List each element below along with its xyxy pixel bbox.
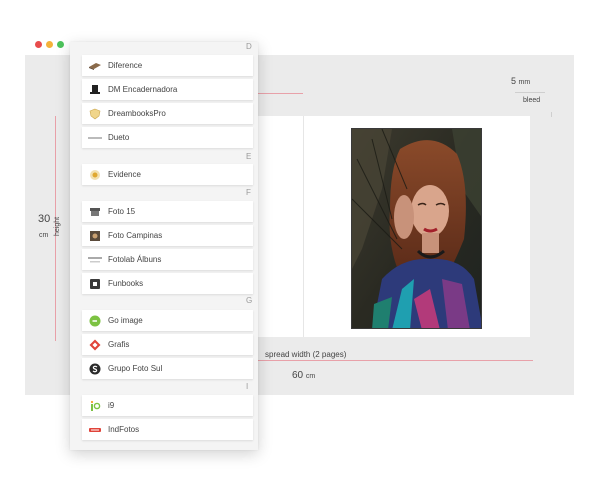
i9-logo-icon — [88, 399, 102, 413]
list-item[interactable]: Foto Campinas — [82, 225, 253, 246]
list-item[interactable]: Dueto — [82, 127, 253, 148]
width-value: 60 — [292, 370, 304, 381]
close-window-dot[interactable] — [35, 41, 42, 48]
partner-list-panel[interactable]: D Diference DM Encadernadora DreambooksPro D… — [70, 42, 258, 450]
bleed-underline — [515, 92, 545, 93]
bleed-value: 5 — [511, 76, 517, 86]
section-letter-g: G — [246, 296, 253, 305]
width-measure: 60 cm — [292, 370, 315, 381]
list-item-label: Funbooks — [108, 279, 144, 288]
height-value: 30 — [38, 213, 51, 225]
bleed-tick — [551, 112, 552, 117]
list-item[interactable]: Grafis — [82, 334, 253, 355]
list-item-label: Go image — [108, 316, 143, 325]
maximize-window-dot[interactable] — [57, 41, 64, 48]
height-label: height — [54, 216, 61, 236]
list-item[interactable]: Fotolab Álbuns — [82, 249, 253, 270]
indfotos-logo-icon — [88, 423, 102, 437]
list-item-label: DM Encadernadora — [108, 85, 178, 94]
list-item-label: Fotolab Álbuns — [108, 255, 162, 264]
shield-icon — [88, 107, 102, 121]
list-item[interactable]: DreambooksPro — [82, 103, 253, 124]
list-item-label: DreambooksPro — [108, 109, 166, 118]
width-unit: cm — [305, 373, 316, 380]
list-item-label: Diference — [108, 61, 143, 70]
list-item[interactable]: Funbooks — [82, 273, 253, 294]
shop-icon — [88, 205, 102, 219]
s-circle-icon — [88, 362, 102, 376]
list-item[interactable]: Foto 15 — [82, 201, 253, 222]
list-item[interactable]: Go image — [82, 310, 253, 331]
list-item[interactable]: Grupo Foto Sul — [82, 358, 253, 379]
section-letter-d: D — [246, 42, 252, 51]
list-item-label: Dueto — [108, 133, 130, 142]
diamond-icon — [88, 338, 102, 352]
section-letter-e: E — [246, 152, 252, 161]
list-item[interactable]: DM Encadernadora — [82, 79, 253, 100]
height-unit: cm — [39, 232, 49, 239]
width-label: spread width (2 pages) — [265, 350, 347, 359]
square-logo-icon — [88, 277, 102, 291]
list-item[interactable]: i9 — [82, 395, 253, 416]
minimize-window-dot[interactable] — [46, 41, 53, 48]
camera-icon — [88, 229, 102, 243]
bleed-label: bleed — [523, 97, 541, 104]
book-icon — [88, 59, 102, 73]
top-hat-icon — [88, 83, 102, 97]
list-item-label: Evidence — [108, 170, 141, 179]
list-item-label: Grafis — [108, 340, 130, 349]
bleed-measure: 5 mm — [511, 76, 530, 86]
dueto-wordmark-icon — [88, 131, 102, 145]
list-item[interactable]: IndFotos — [82, 419, 253, 440]
list-item-label: IndFotos — [108, 425, 140, 434]
fotolab-wordmark-icon — [88, 253, 102, 267]
list-item[interactable]: Evidence — [82, 164, 253, 185]
list-item-label: Grupo Foto Sul — [108, 364, 163, 373]
list-item-label: i9 — [108, 401, 115, 410]
bleed-line — [255, 93, 303, 94]
list-item-label: Foto 15 — [108, 207, 136, 216]
bleed-unit: mm — [518, 79, 531, 86]
section-letter-f: F — [246, 188, 251, 197]
go-circle-icon — [88, 314, 102, 328]
list-item-label: Foto Campinas — [108, 231, 163, 240]
width-line — [255, 360, 533, 361]
app-window: 5 mm bleed 30 cm height spread width (2 … — [0, 0, 609, 480]
portrait-photo[interactable] — [351, 128, 482, 329]
badge-icon — [88, 168, 102, 182]
section-letter-i: I — [246, 382, 249, 391]
spread-spine — [303, 116, 304, 337]
list-item[interactable]: Diference — [82, 55, 253, 76]
